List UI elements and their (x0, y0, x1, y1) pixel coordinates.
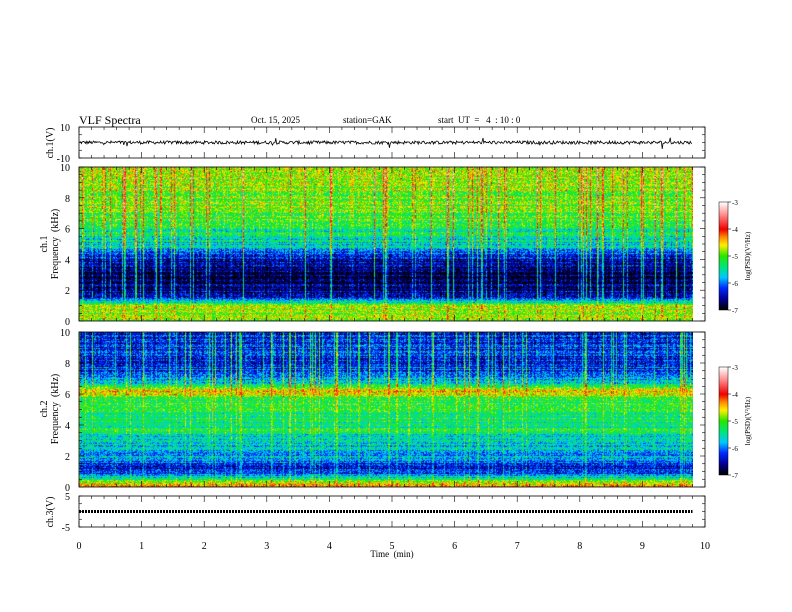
colorbar-tick-label: -5 (732, 253, 738, 261)
y-tick-label: 4 (65, 255, 70, 266)
x-tick-label: 1 (139, 541, 144, 552)
colorbar-frame (718, 366, 729, 476)
y-tick-label: 5 (65, 492, 70, 503)
y-tick-label: 2 (65, 286, 70, 297)
colorbar-tick-label: -7 (732, 472, 738, 480)
ch1-spec-ylabel-top: ch.1 (39, 236, 50, 253)
axes-layer: VLF Spectra Oct. 15, 2025 station=GAK st… (39, 113, 752, 559)
ch1-spec-ylabel-bottom: Frequency (kHz) (50, 209, 61, 280)
colorbar-tick-label: -6 (732, 280, 738, 288)
y-tick-label: 0 (65, 317, 70, 328)
y-tick-label: 10 (60, 163, 70, 174)
ch2-spec-ylabel-bottom: Frequency (kHz) (50, 374, 61, 445)
y-tick-label: 8 (65, 359, 70, 370)
station-label: station=GAK (343, 115, 392, 125)
x-tick-label: 2 (202, 541, 207, 552)
x-tick-label: 3 (264, 541, 269, 552)
colorbar-tick-label: -3 (732, 364, 738, 372)
start-ut-label: start UT = 4 : 10 : 0 (438, 115, 521, 125)
y-tick-label: -5 (62, 523, 70, 534)
x-tick-label: 0 (77, 541, 82, 552)
vlf-spectra-figure: VLF Spectra Oct. 15, 2025 station=GAK st… (0, 0, 792, 612)
x-tick-label: 7 (515, 541, 520, 552)
colorbar-tick-label: -7 (732, 307, 738, 315)
colorbar-tick-label: -4 (732, 391, 738, 399)
panel-frame (78, 166, 706, 322)
date-label: Oct. 15, 2025 (251, 115, 300, 125)
colorbar-frame (718, 201, 729, 311)
y-tick-label: 10 (60, 123, 70, 134)
y-tick-label: 6 (65, 225, 70, 236)
x-tick-label: 10 (700, 541, 710, 552)
x-tick-label: 5 (390, 541, 395, 552)
ch3-ylabel: ch.3(V) (45, 497, 56, 528)
x-tick-label: 9 (640, 541, 645, 552)
x-tick-label: 6 (452, 541, 457, 552)
y-tick-label: 10 (60, 328, 70, 339)
colorbar-tick-label: -4 (732, 226, 738, 234)
panel-frame (78, 331, 706, 488)
colorbar-tick-label: -6 (732, 445, 738, 453)
colorbar-tick-label: -3 (732, 199, 738, 207)
ch2-spec-ylabel-top: ch.2 (39, 401, 50, 418)
y-tick-label: 8 (65, 194, 70, 205)
y-tick-label: 6 (65, 390, 70, 401)
colorbar-tick-label: -5 (732, 418, 738, 426)
ch1-ylabel: ch.1(V) (45, 128, 56, 159)
ch1-waveform-line (78, 137, 693, 150)
ch2-colorbar-label: log(PSD)(V²/Hz) (744, 396, 752, 445)
x-tick-label: 4 (327, 541, 332, 552)
ch1-colorbar-label: log(PSD)(V²/Hz) (744, 231, 752, 280)
x-tick-label: 8 (577, 541, 582, 552)
y-tick-label: 4 (65, 421, 70, 432)
y-tick-label: 2 (65, 452, 70, 463)
figure-title: VLF Spectra (79, 113, 141, 127)
